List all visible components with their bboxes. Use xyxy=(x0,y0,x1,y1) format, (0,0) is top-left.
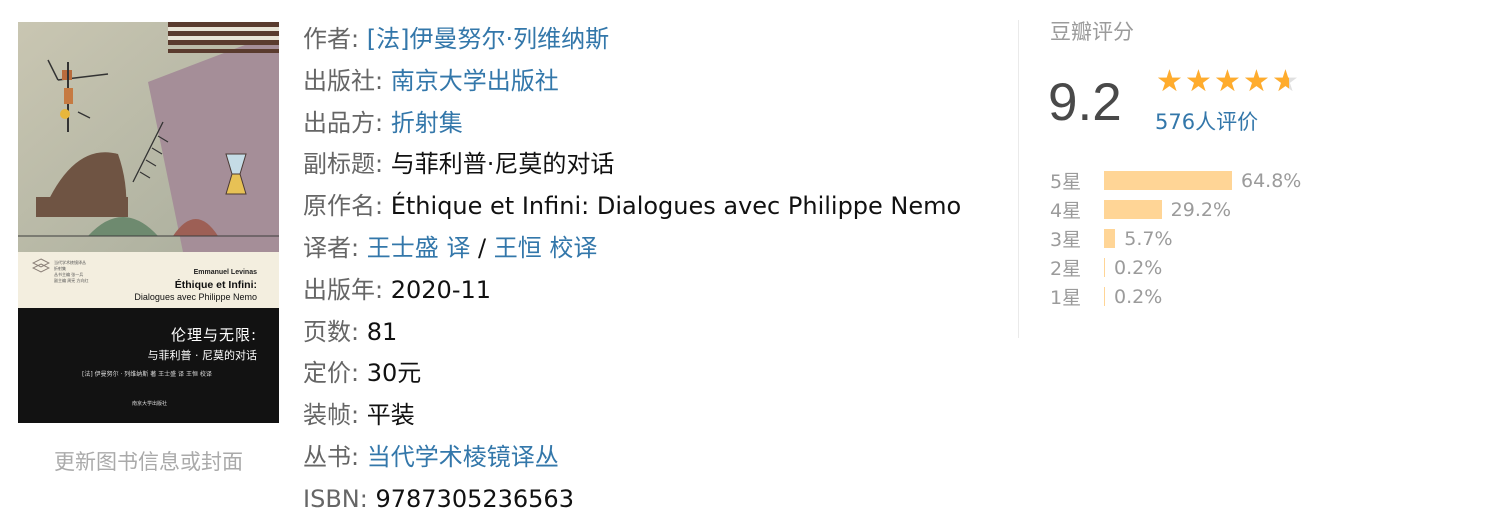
producer-link[interactable]: 折射集 xyxy=(391,109,463,137)
rating-title: 豆瓣评分 xyxy=(1050,20,1134,44)
rating-row-3星: 3星 5.7% xyxy=(1050,224,1301,253)
series-link[interactable]: 当代学术棱镜译丛 xyxy=(367,443,559,471)
translator-separator: / xyxy=(478,233,487,262)
pages-label: 页数: xyxy=(303,317,360,346)
rating-score: 9.2 xyxy=(1048,73,1122,132)
rating-bar xyxy=(1104,258,1105,277)
subtitle-value: 与菲利普·尼莫的对话 xyxy=(390,150,615,179)
rating-stars: ★ ★ ★ ★ ★ ★ ★ ★ ★ ★ xyxy=(1156,66,1301,98)
info-row-subtitle: 副标题: 与菲利普·尼莫的对话 xyxy=(303,145,1003,187)
update-book-info-link[interactable]: 更新图书信息或封面 xyxy=(18,446,279,476)
rating-bar xyxy=(1104,171,1232,190)
rating-row-5星: 5星 64.8% xyxy=(1050,166,1301,195)
rating-row-2星: 2星 0.2% xyxy=(1050,253,1301,282)
pub-year-value: 2020-11 xyxy=(390,275,492,304)
rating-bar xyxy=(1104,229,1116,248)
rating-row-label: 2星 xyxy=(1050,258,1082,280)
rating-percent: 0.2% xyxy=(1114,256,1163,279)
info-row-author: 作者: [法]伊曼努尔·列维纳斯 xyxy=(303,20,1003,62)
info-row-producer: 出品方: 折射集 xyxy=(303,104,1003,146)
cover-title-en: Éthique et Infini: xyxy=(174,279,257,291)
rating-distribution: 5星 64.8% 4星 29.2% 3星 5.7% 2星 0.2% 1星 0.2% xyxy=(1050,166,1301,311)
cover-subtitle-en: Dialogues avec Philippe Nemo xyxy=(134,292,257,302)
binding-value: 平装 xyxy=(366,401,415,430)
cover-title-cn: 伦理与无限: xyxy=(170,326,257,344)
rating-divider xyxy=(1018,20,1019,338)
info-row-translator: 译者: 王士盛 译 / 王恒 校译 xyxy=(303,229,1003,271)
book-info-panel: 作者: [法]伊曼努尔·列维纳斯 出版社: 南京大学出版社 出品方: 折射集 副… xyxy=(303,20,1003,522)
isbn-value: 9787305236563 xyxy=(375,484,574,513)
price-label: 定价: xyxy=(303,359,360,388)
translator-label: 译者: xyxy=(303,233,360,262)
publisher-label: 出版社: xyxy=(303,66,384,95)
info-row-isbn: ISBN: 9787305236563 xyxy=(303,480,1003,522)
subtitle-label: 副标题: xyxy=(303,150,384,179)
cover-title-band: 当代学术棱镜译丛 折射集 丛书主编 张一兵 副主编 周宪 方向红 Emmanue… xyxy=(18,252,279,308)
rating-panel: 豆瓣评分 9.2 ★ ★ ★ ★ ★ ★ ★ ★ ★ ★ 576人评价 5星 64.8% 4星 29.2… xyxy=(1048,16,1470,309)
rating-percent: 64.8% xyxy=(1241,169,1302,192)
rating-bar xyxy=(1104,287,1105,306)
cover-dark-band: 伦理与无限: 与菲利普 · 尼莫的对话 [法] 伊曼努尔 · 列维纳斯 著 王士… xyxy=(18,308,279,423)
info-row-pub-year: 出版年: 2020-11 xyxy=(303,271,1003,313)
star-fill: ★ xyxy=(1185,66,1212,98)
binding-label: 装帧: xyxy=(303,401,360,430)
price-value: 30元 xyxy=(366,359,422,388)
star-icon: ★ ★ xyxy=(1243,66,1272,98)
cover-author-en: Emmanuel Levinas xyxy=(193,269,257,276)
info-row-original-title: 原作名: Éthique et Infini: Dialogues avec P… xyxy=(303,187,1003,229)
star-fill: ★ xyxy=(1214,66,1241,98)
cover-publisher: 南京大学出版社 xyxy=(132,401,168,407)
info-row-publisher: 出版社: 南京大学出版社 xyxy=(303,62,1003,104)
rating-row-label: 1星 xyxy=(1050,287,1082,309)
rating-row-4星: 4星 29.2% xyxy=(1050,195,1301,224)
rating-row-label: 4星 xyxy=(1050,200,1082,222)
star-icon: ★ ★ xyxy=(1214,66,1243,98)
rating-row-label: 3星 xyxy=(1050,229,1082,251)
author-link[interactable]: [法]伊曼努尔·列维纳斯 xyxy=(367,25,609,53)
star-icon: ★ ★ xyxy=(1272,64,1299,99)
book-cover-image[interactable]: 当代学术棱镜译丛 折射集 丛书主编 张一兵 副主编 周宪 方向红 Emmanue… xyxy=(18,22,279,423)
info-row-binding: 装帧: 平装 xyxy=(303,396,1003,438)
info-row-pages: 页数: 81 xyxy=(303,313,1003,355)
pub-year-label: 出版年: xyxy=(303,275,384,304)
cover-series-text: 当代学术棱镜译丛 折射集 丛书主编 张一兵 副主编 周宪 方向红 xyxy=(54,260,89,283)
rating-percent: 0.2% xyxy=(1114,285,1163,308)
star-fill: ★ xyxy=(1243,66,1270,98)
star-fill: ★ xyxy=(1156,66,1183,98)
rating-bar xyxy=(1104,200,1162,219)
star-fill: ★ xyxy=(1272,66,1290,98)
cover-subtitle-cn: 与菲利普 · 尼莫的对话 xyxy=(147,349,258,362)
star-icon: ★ ★ xyxy=(1185,66,1214,98)
cover-artwork xyxy=(18,22,279,252)
rating-percent: 29.2% xyxy=(1170,198,1232,221)
rating-row-1星: 1星 0.2% xyxy=(1050,282,1301,311)
star-icon: ★ ★ xyxy=(1156,66,1185,98)
producer-label: 出品方: xyxy=(303,108,384,137)
original-title-label: 原作名: xyxy=(303,192,384,221)
info-row-series: 丛书: 当代学术棱镜译丛 xyxy=(303,438,1003,480)
translator-link[interactable]: 王士盛 译 xyxy=(367,234,471,262)
series-label: 丛书: xyxy=(303,442,360,471)
publisher-link[interactable]: 南京大学出版社 xyxy=(391,67,559,95)
rating-votes-link[interactable]: 576人评价 xyxy=(1155,106,1258,136)
pages-value: 81 xyxy=(366,317,398,346)
original-title-value: Éthique et Infini: Dialogues avec Philip… xyxy=(390,192,962,221)
proofreader-link[interactable]: 王恒 校译 xyxy=(494,234,598,262)
series-logo-icon xyxy=(32,258,50,273)
isbn-label: ISBN: xyxy=(303,484,368,513)
rating-percent: 5.7% xyxy=(1124,227,1173,250)
author-label: 作者: xyxy=(303,25,360,53)
rating-row-label: 5星 xyxy=(1050,171,1082,193)
cover-credits: [法] 伊曼努尔 · 列维纳斯 著 王士盛 译 王恒 校译 xyxy=(82,371,212,378)
info-row-price: 定价: 30元 xyxy=(303,354,1003,396)
